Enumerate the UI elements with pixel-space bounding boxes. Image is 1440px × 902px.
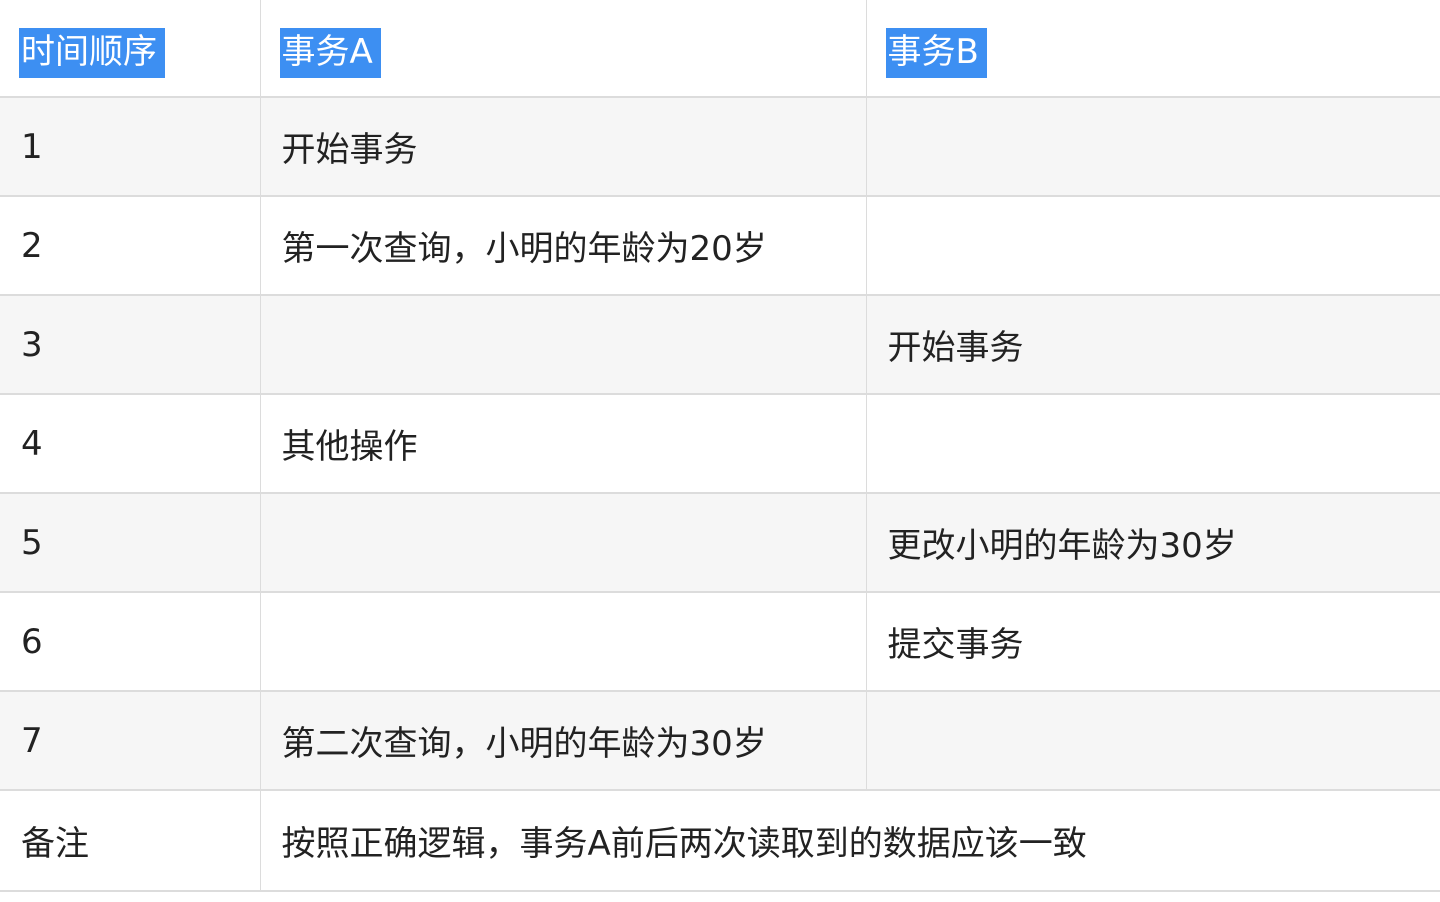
header-transaction-a[interactable]: 事务A (279, 27, 381, 78)
cell-transaction-b (865, 196, 1440, 296)
header-transaction-b[interactable]: 事务B (885, 27, 987, 78)
cell-step: 4 (0, 394, 260, 494)
table-row: 4 其他操作 (0, 394, 1440, 494)
header-time-order[interactable]: 时间顺序 (19, 27, 165, 78)
cell-step: 2 (0, 196, 260, 296)
cell-transaction-b: 开始事务 (865, 295, 1440, 395)
cell-transaction-b (865, 97, 1440, 197)
table-row: 3 开始事务 (0, 295, 1440, 395)
cell-step: 5 (0, 493, 260, 593)
table-row: 6 提交事务 (0, 592, 1440, 692)
cell-transaction-a: 第一次查询，小明的年龄为20岁 (259, 196, 866, 296)
cell-transaction-a: 其他操作 (259, 394, 866, 494)
cell-transaction-b: 更改小明的年龄为30岁 (865, 493, 1440, 593)
note-text: 按照正确逻辑，事务A前后两次读取到的数据应该一致 (259, 790, 1440, 892)
cell-step: 7 (0, 691, 260, 791)
transaction-table: 时间顺序 事务A 事务B 1 开始事务 2 第一次查询，小明的年龄为20岁 3 … (0, 0, 1440, 892)
table-row: 7 第二次查询，小明的年龄为30岁 (0, 691, 1440, 791)
cell-transaction-a: 开始事务 (259, 97, 866, 197)
note-label: 备注 (0, 790, 260, 892)
header-cell-time-order: 时间顺序 (0, 0, 260, 98)
cell-step: 1 (0, 97, 260, 197)
table-row: 5 更改小明的年龄为30岁 (0, 493, 1440, 593)
cell-transaction-a (259, 295, 866, 395)
cell-transaction-a (259, 493, 866, 593)
table-row: 2 第一次查询，小明的年龄为20岁 (0, 196, 1440, 296)
table-header-row: 时间顺序 事务A 事务B (0, 0, 1440, 98)
cell-step: 6 (0, 592, 260, 692)
table-row: 1 开始事务 (0, 97, 1440, 197)
cell-transaction-a: 第二次查询，小明的年龄为30岁 (259, 691, 866, 791)
header-cell-transaction-a: 事务A (259, 0, 866, 98)
cell-transaction-b (865, 691, 1440, 791)
header-cell-transaction-b: 事务B (865, 0, 1440, 98)
cell-transaction-b: 提交事务 (865, 592, 1440, 692)
cell-step: 3 (0, 295, 260, 395)
cell-transaction-a (259, 592, 866, 692)
cell-transaction-b (865, 394, 1440, 494)
note-row: 备注 按照正确逻辑，事务A前后两次读取到的数据应该一致 (0, 790, 1440, 892)
